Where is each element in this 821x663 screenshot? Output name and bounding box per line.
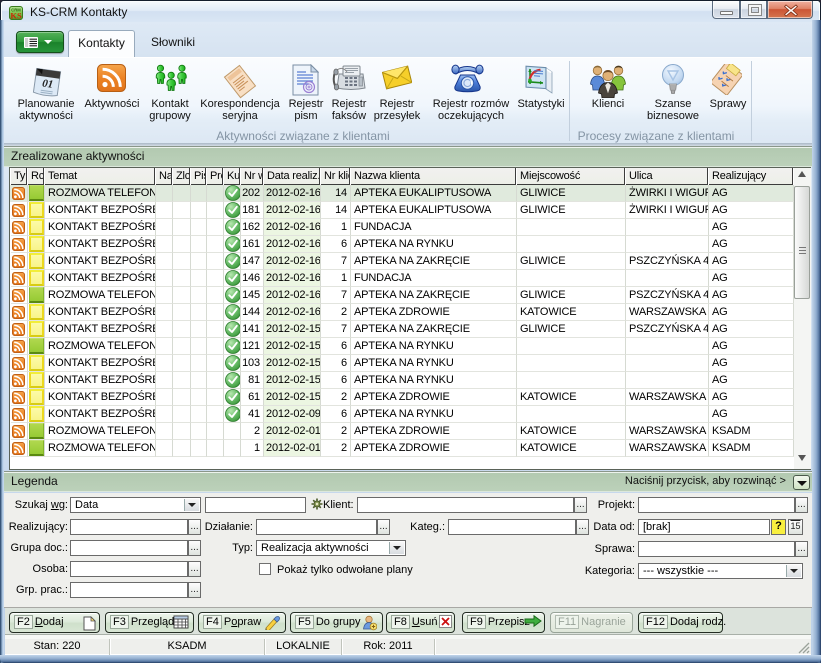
svg-text:KS: KS: [10, 11, 22, 21]
svg-text:01: 01: [41, 77, 54, 90]
